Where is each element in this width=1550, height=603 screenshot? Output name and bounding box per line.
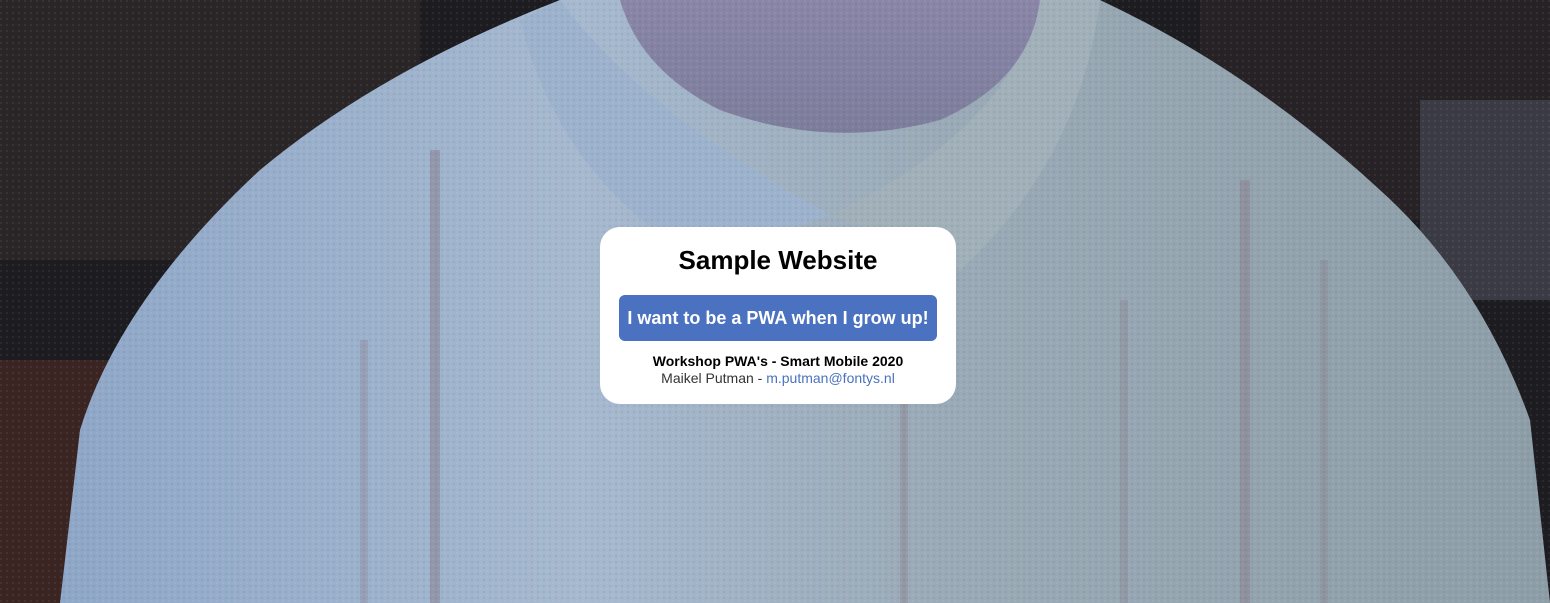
author-line: Maikel Putman - m.putman@fontys.nl bbox=[600, 370, 956, 386]
email-link[interactable]: m.putman@fontys.nl bbox=[766, 370, 895, 386]
author-separator: - bbox=[753, 370, 767, 386]
author-name: Maikel Putman bbox=[661, 370, 754, 386]
workshop-title: Workshop PWA's - Smart Mobile 2020 bbox=[652, 353, 904, 369]
pwa-button[interactable]: I want to be a PWA when I grow up! bbox=[619, 295, 937, 341]
info-card: Sample Website I want to be a PWA when I… bbox=[600, 227, 956, 404]
page-title: Sample Website bbox=[678, 245, 878, 275]
